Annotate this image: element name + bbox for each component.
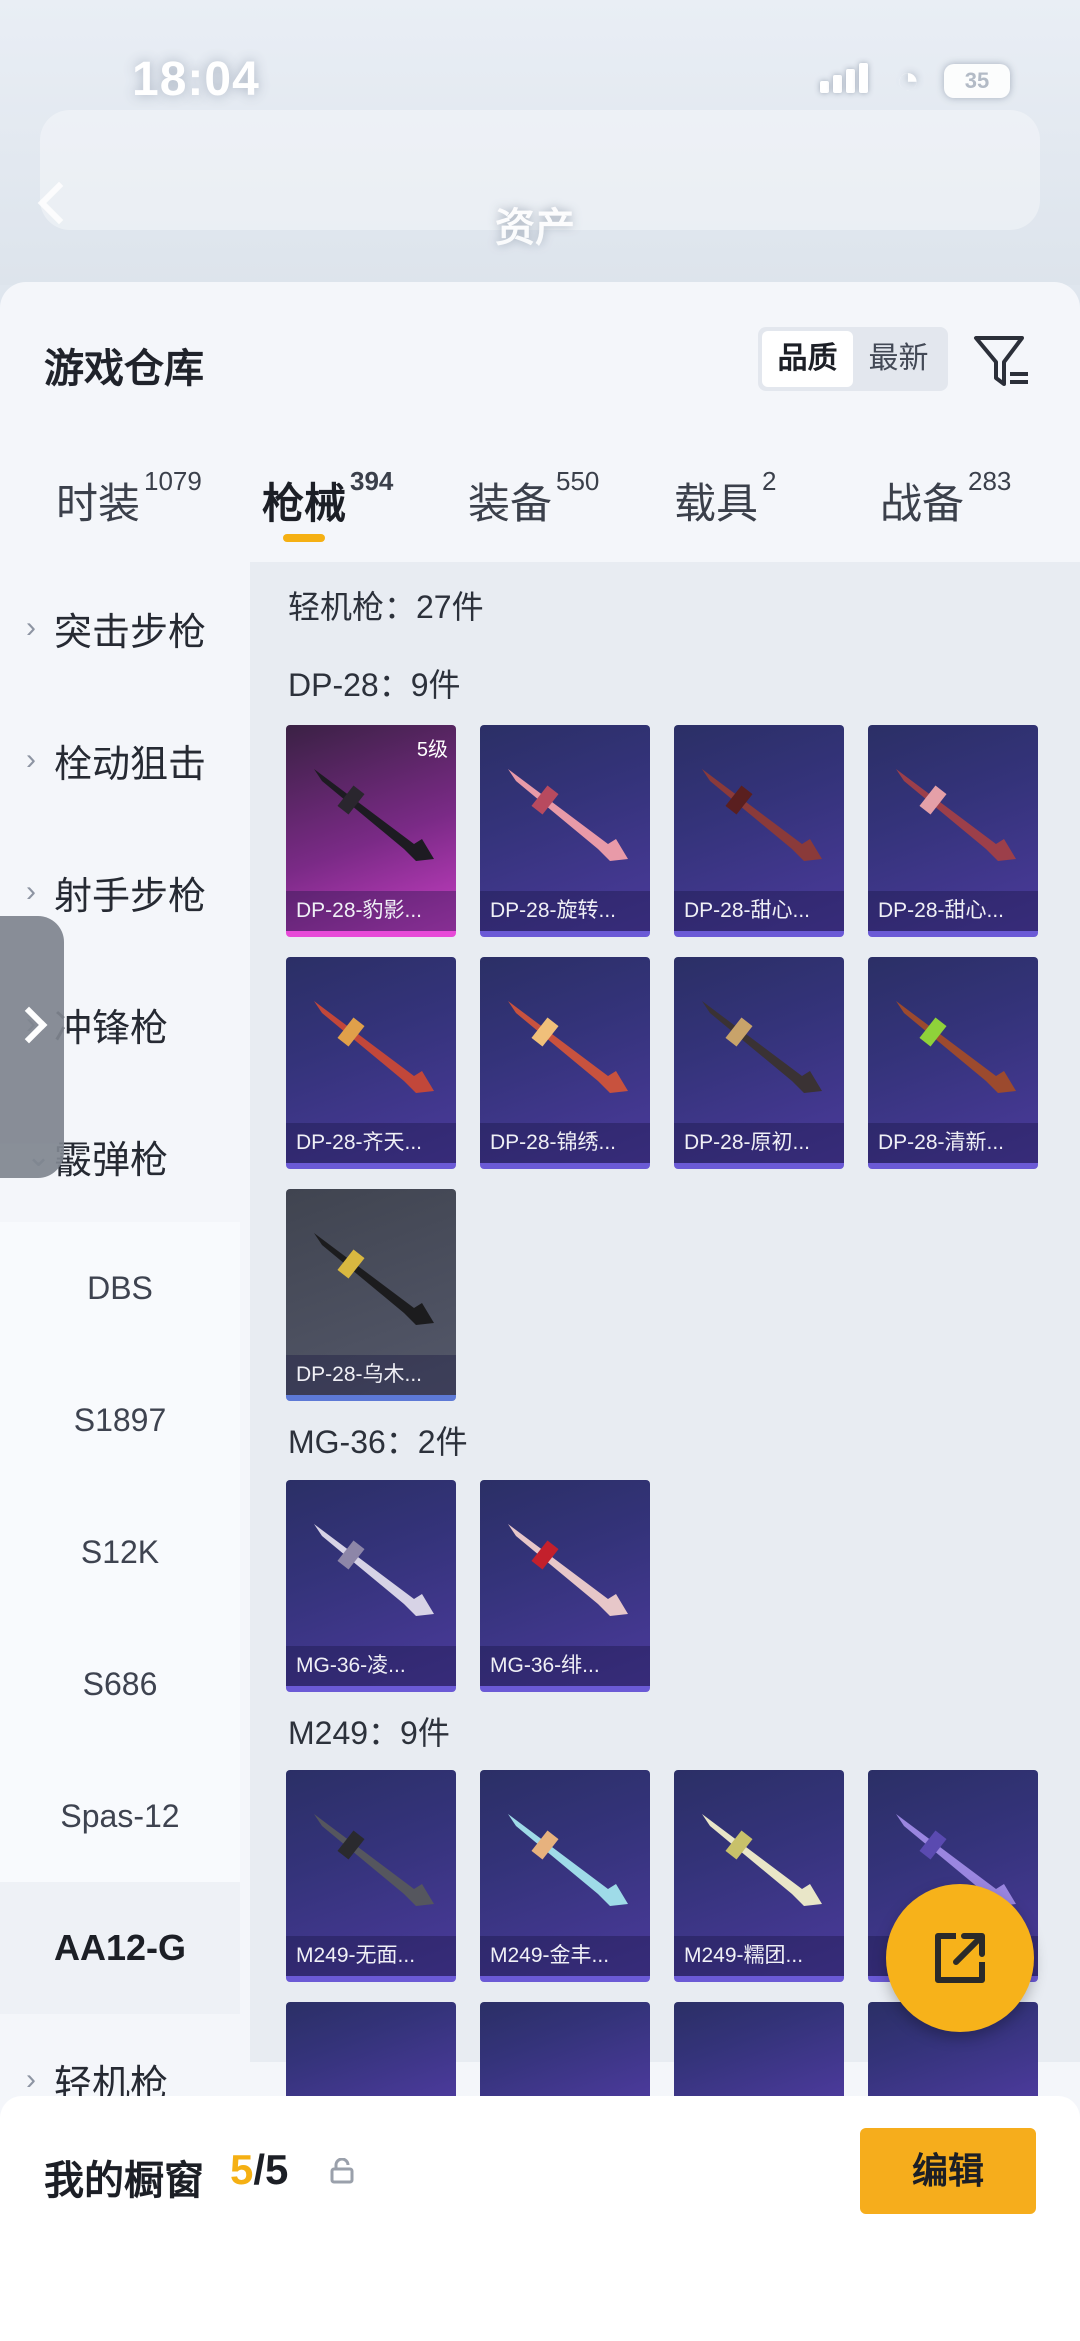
section-title-mg36: MG-36：2件 bbox=[288, 1424, 468, 1460]
item-card[interactable]: DP-28-甜心... bbox=[674, 725, 844, 937]
item-card[interactable]: MG-36-绯... bbox=[480, 1480, 650, 1692]
status-icons: ◔ 35 bbox=[819, 58, 1010, 103]
gun-image bbox=[508, 1814, 628, 1906]
item-card[interactable] bbox=[674, 2002, 844, 2102]
page-title: 资产 bbox=[495, 206, 575, 250]
weapon-type-sidebar: ›突击步枪 ›栓动狙击 ›射手步枪 ›冲锋枪 ⌄霰弹枪 DBS S1897 S1… bbox=[0, 562, 240, 2106]
gun-image bbox=[896, 769, 1016, 861]
group-header: 轻机枪：27件 bbox=[288, 589, 484, 625]
gun-image bbox=[508, 1524, 628, 1616]
signal-icon bbox=[819, 63, 872, 98]
sort-newest[interactable]: 最新 bbox=[853, 331, 944, 387]
chevron-right-icon: › bbox=[26, 611, 36, 644]
item-card[interactable]: DP-28-旋转... bbox=[480, 725, 650, 937]
item-card[interactable]: DP-28-清新... bbox=[868, 957, 1038, 1169]
gun-image bbox=[508, 1001, 628, 1093]
warehouse-sheet: 游戏仓库 品质 最新 时装 1079 枪械 394 装备 550 载具 2 战备 283 … bbox=[0, 282, 1080, 2341]
gun-image bbox=[314, 1524, 434, 1616]
tab-fashion[interactable]: 时装 1079 bbox=[56, 466, 202, 531]
chevron-right-icon: › bbox=[26, 2063, 36, 2096]
sheet-title: 游戏仓库 bbox=[44, 347, 204, 391]
item-card[interactable] bbox=[286, 2002, 456, 2102]
item-card[interactable]: DP-28-乌木... bbox=[286, 1189, 456, 1401]
gun-image bbox=[702, 1814, 822, 1906]
gun-image bbox=[314, 769, 434, 861]
status-and-header: 18:04 ◔ 35 资产 bbox=[0, 0, 1080, 285]
sidebar-sub-s686[interactable]: S686 bbox=[0, 1618, 240, 1750]
wifi-icon: ◔ bbox=[895, 58, 920, 102]
active-tab-indicator bbox=[283, 534, 325, 542]
tab-supplies[interactable]: 战备 283 bbox=[880, 466, 1011, 531]
drawer-handle-icon[interactable] bbox=[0, 916, 64, 1178]
chevron-right-icon: › bbox=[26, 875, 36, 908]
item-card[interactable]: 5级 DP-28-豹影... bbox=[286, 725, 456, 937]
sidebar-sub-spas12[interactable]: Spas-12 bbox=[0, 1750, 240, 1882]
item-card[interactable]: DP-28-原初... bbox=[674, 957, 844, 1169]
filter-icon[interactable] bbox=[972, 332, 1032, 392]
lock-icon bbox=[330, 2158, 354, 2184]
tab-guns[interactable]: 枪械 394 bbox=[262, 466, 393, 531]
item-card[interactable]: MG-36-凌... bbox=[286, 1480, 456, 1692]
sort-quality[interactable]: 品质 bbox=[762, 331, 853, 387]
share-button[interactable] bbox=[886, 1884, 1034, 2032]
edit-button[interactable]: 编辑 bbox=[860, 2128, 1036, 2214]
gun-image bbox=[314, 1814, 434, 1906]
showcase-count: 5/5 bbox=[230, 2146, 289, 2193]
section-title-dp28: DP-28：9件 bbox=[288, 667, 461, 703]
showcase-label: 我的橱窗 bbox=[44, 2159, 204, 2203]
sidebar-item-bolt-sniper[interactable]: › 栓动狙击 bbox=[0, 694, 240, 826]
battery-icon: 35 bbox=[944, 63, 1010, 98]
tab-equipment[interactable]: 装备 550 bbox=[468, 466, 599, 531]
sidebar-sub-dbs[interactable]: DBS bbox=[0, 1222, 240, 1354]
section-title-m249: M249：9件 bbox=[288, 1715, 450, 1751]
item-card[interactable]: DP-28-齐天... bbox=[286, 957, 456, 1169]
item-card[interactable]: M249-糯团... bbox=[674, 1770, 844, 1982]
showcase-bar: 我的橱窗 5/5 编辑 bbox=[0, 2096, 1080, 2341]
item-card[interactable]: DP-28-锦绣... bbox=[480, 957, 650, 1169]
item-card[interactable]: M249-无面... bbox=[286, 1770, 456, 1982]
sidebar-sub-s1897[interactable]: S1897 bbox=[0, 1354, 240, 1486]
gun-image bbox=[702, 1001, 822, 1093]
tab-vehicles[interactable]: 载具 2 bbox=[674, 466, 776, 531]
item-card[interactable]: DP-28-甜心... bbox=[868, 725, 1038, 937]
gun-image bbox=[896, 1001, 1016, 1093]
sidebar-sub-s12k[interactable]: S12K bbox=[0, 1486, 240, 1618]
sort-toggle[interactable]: 品质 最新 bbox=[758, 327, 948, 391]
sidebar-selected-aa12g[interactable]: AA12-G bbox=[0, 1882, 240, 2014]
item-card[interactable] bbox=[480, 2002, 650, 2102]
sidebar-item-assault-rifle[interactable]: › 突击步枪 bbox=[0, 562, 240, 694]
gun-image bbox=[508, 769, 628, 861]
gun-image bbox=[314, 1001, 434, 1093]
share-icon bbox=[935, 1933, 985, 1983]
item-card[interactable]: M249-金丰... bbox=[480, 1770, 650, 1982]
chevron-right-icon: › bbox=[26, 743, 36, 776]
status-time: 18:04 bbox=[132, 53, 260, 106]
gun-image bbox=[702, 769, 822, 861]
gun-image bbox=[314, 1233, 434, 1325]
